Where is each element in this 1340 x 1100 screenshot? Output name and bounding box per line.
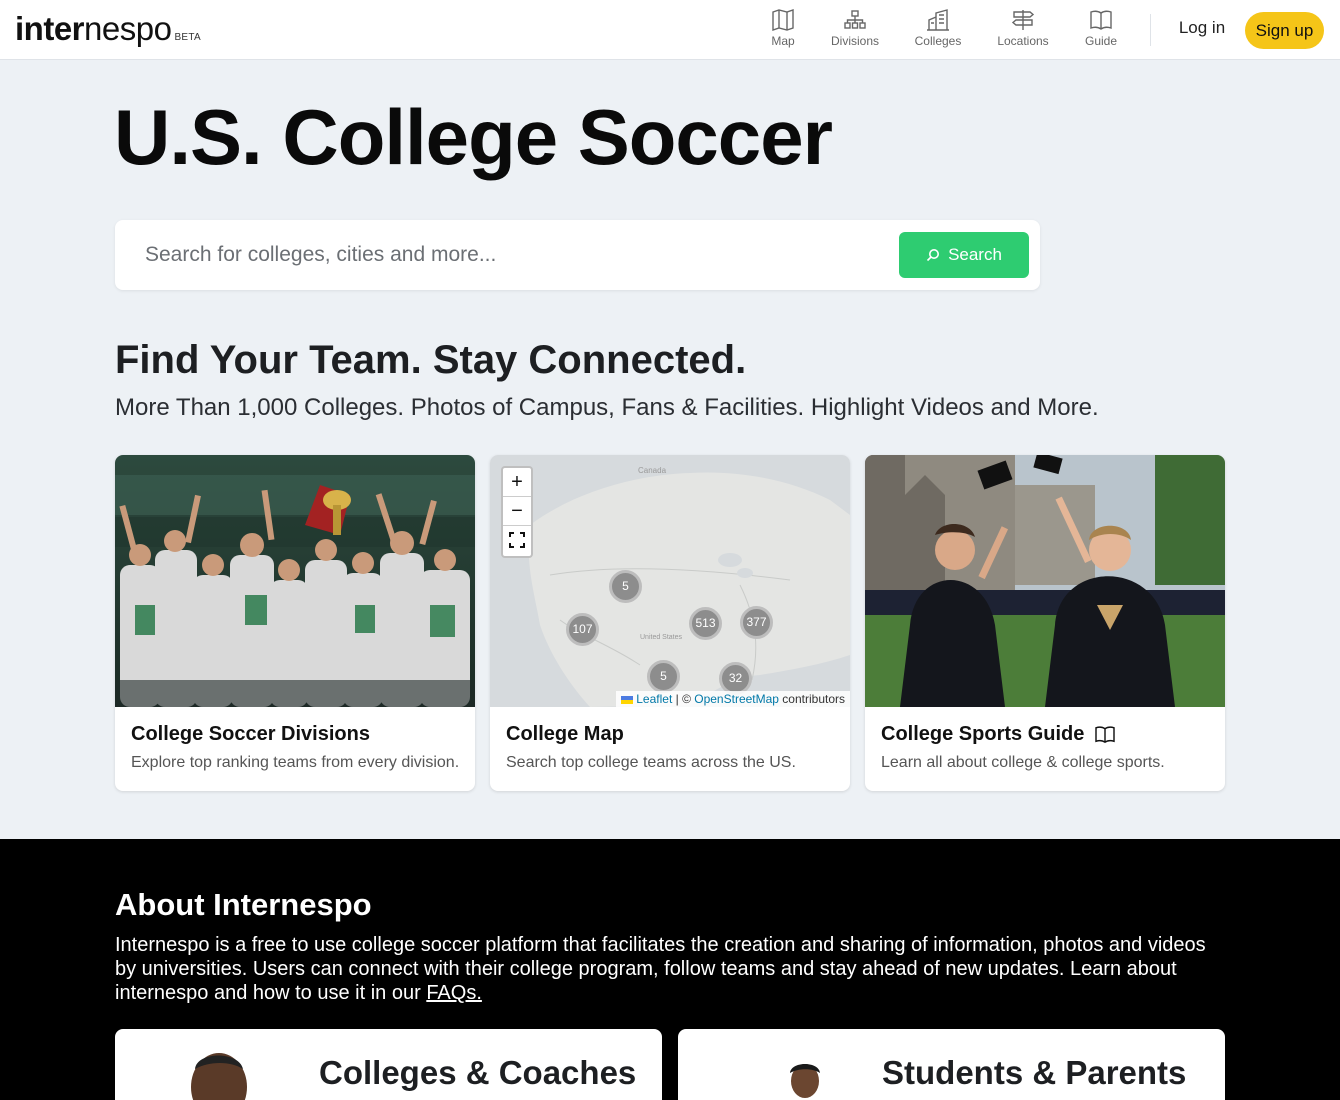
signpost-icon	[1011, 10, 1035, 30]
colleges-icon	[927, 9, 949, 31]
search-button-label: Search	[948, 245, 1002, 264]
divisions-icon	[844, 10, 866, 29]
card-description: Explore top ranking teams from every div…	[131, 754, 460, 771]
openstreetmap-link[interactable]: OpenStreetMap	[694, 692, 779, 706]
graduation-photo	[865, 455, 1225, 707]
card-description: Learn all about college & college sports…	[881, 754, 1165, 771]
map-cluster-marker[interactable]: 5	[647, 660, 680, 693]
students-parents-card[interactable]: Students & Parents	[678, 1029, 1225, 1100]
search-bar: Search	[115, 220, 1040, 290]
book-icon	[1095, 725, 1116, 743]
nav-locations[interactable]: Locations	[988, 9, 1058, 48]
faq-link[interactable]: FAQs.	[426, 982, 482, 1004]
nav-divisions-label: Divisions	[830, 34, 879, 48]
subline: More Than 1,000 Colleges. Photos of Camp…	[115, 394, 1099, 421]
about-text: Internespo is a free to use college socc…	[115, 933, 1225, 1005]
map-label-canada: Canada	[638, 466, 667, 475]
card-title: College Sports Guide	[881, 723, 1116, 746]
nav-guide-label: Guide	[1084, 34, 1118, 48]
nav-locations-label: Locations	[997, 34, 1049, 48]
nav-colleges[interactable]: Colleges	[903, 9, 973, 48]
map-cluster-marker[interactable]: 107	[566, 613, 599, 646]
colleges-coaches-card[interactable]: Colleges & Coaches	[115, 1029, 662, 1100]
about-paragraph: Internespo is a free to use college socc…	[115, 934, 1206, 1004]
map-cluster-marker[interactable]: 5	[609, 570, 642, 603]
card-divisions[interactable]: College Soccer Divisions Explore top ran…	[115, 455, 475, 791]
card-title: Colleges & Coaches	[319, 1054, 637, 1091]
team-celebration-photo	[115, 455, 475, 707]
map-zoom-control: + −	[501, 466, 533, 558]
student-photo	[790, 1064, 820, 1098]
beta-badge: BETA	[174, 32, 202, 43]
nav-divider	[1150, 14, 1151, 46]
nav-map[interactable]: Map	[748, 9, 818, 48]
signup-button[interactable]: Sign up	[1245, 12, 1324, 49]
attribution-tail: contributors	[778, 692, 845, 706]
nav-guide[interactable]: Guide	[1066, 9, 1136, 48]
leaflet-link[interactable]: Leaflet	[636, 692, 672, 706]
logo[interactable]: internespo BETA	[15, 10, 201, 48]
college-map[interactable]: Canada United States + − 5 107 513 377 5…	[490, 455, 850, 707]
card-title: Students & Parents	[882, 1054, 1187, 1091]
page-title: U.S. College Soccer	[114, 93, 833, 181]
zoom-out-button[interactable]: −	[503, 497, 531, 526]
tagline: Find Your Team. Stay Connected.	[115, 338, 747, 382]
map-icon	[772, 9, 794, 31]
about-section: About Internespo Internespo is a free to…	[0, 839, 1340, 1100]
book-icon	[1090, 10, 1112, 30]
card-description: Search top college teams across the US.	[506, 754, 796, 771]
card-map[interactable]: Canada United States + − 5 107 513 377 5…	[490, 455, 850, 791]
about-title: About Internespo	[115, 887, 372, 922]
coach-photo	[191, 1053, 247, 1100]
card-title: College Map	[506, 723, 624, 745]
nav-divisions[interactable]: Divisions	[820, 9, 890, 48]
logo-bold-text: inter	[15, 10, 85, 47]
map-cluster-marker[interactable]: 377	[740, 606, 773, 639]
fullscreen-icon	[509, 532, 525, 548]
search-input[interactable]	[145, 238, 885, 272]
search-button[interactable]: Search	[899, 232, 1029, 278]
map-attribution: Leaflet | © OpenStreetMap contributors	[615, 691, 850, 707]
zoom-in-button[interactable]: +	[503, 468, 531, 497]
card-title-text: College Sports Guide	[881, 723, 1085, 745]
map-label-us: United States	[640, 634, 683, 641]
card-title: College Soccer Divisions	[131, 723, 370, 745]
nav-colleges-label: Colleges	[914, 34, 962, 48]
attribution-separator: | ©	[672, 692, 695, 706]
logo-light-text: nespo	[84, 10, 172, 47]
nav-map-label: Map	[771, 34, 795, 48]
login-button[interactable]: Log in	[1170, 18, 1234, 38]
top-header: internespo BETA Map Divisions Colleges Lo…	[0, 0, 1340, 60]
search-icon	[926, 249, 940, 262]
card-guide[interactable]: College Sports Guide Learn all about col…	[865, 455, 1225, 791]
map-cluster-marker[interactable]: 513	[689, 607, 722, 640]
ukraine-flag-icon	[620, 695, 633, 704]
fullscreen-button[interactable]	[503, 526, 531, 555]
